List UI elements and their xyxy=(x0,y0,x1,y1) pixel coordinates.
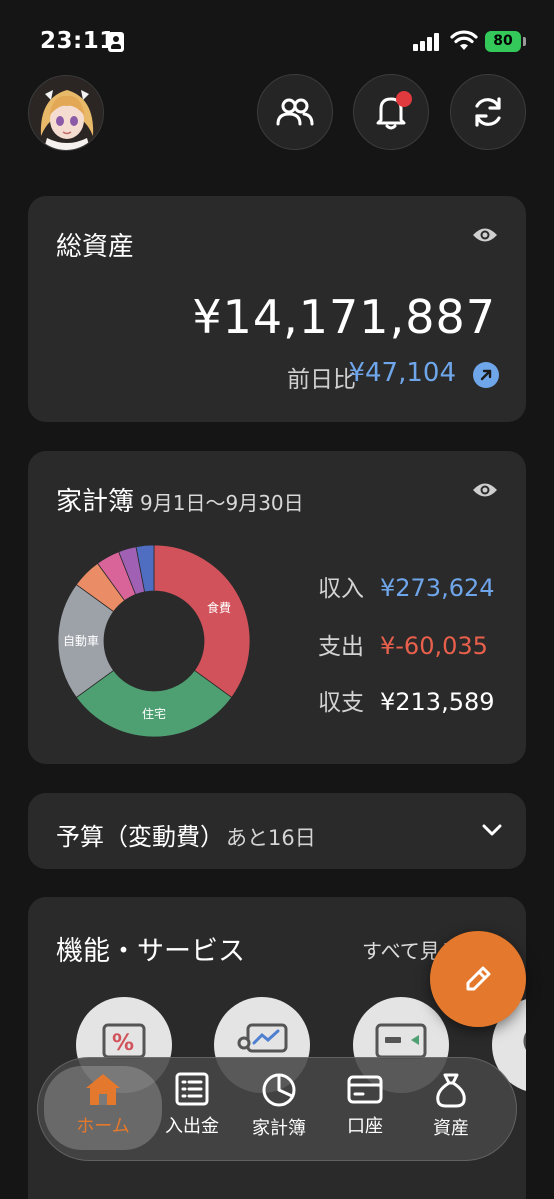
investment-trend-icon xyxy=(237,1023,288,1053)
services-title: 機能・サービス xyxy=(56,936,245,967)
donut-label-0: 食費 xyxy=(207,600,231,615)
nav-accounts-label: 口座 xyxy=(347,1116,383,1137)
nav-accounts[interactable]: 口座 xyxy=(322,1072,408,1148)
coupon-icon: % xyxy=(102,1023,146,1059)
arrow-up-right-icon xyxy=(473,362,499,388)
balance-row: 収支 ¥213,589 xyxy=(318,683,495,717)
income-row: 収入 ¥273,624 xyxy=(318,569,495,603)
donut-label-1: 住宅 xyxy=(142,706,166,721)
status-time: 23:11 xyxy=(40,28,116,54)
nav-household[interactable]: 家計簿 xyxy=(236,1072,322,1148)
avatar-illustration-icon xyxy=(29,76,103,150)
budget-remaining: あと16日 xyxy=(226,826,316,850)
wifi-icon xyxy=(450,30,478,50)
expense-label: 支出 xyxy=(318,634,364,660)
cellular-signal-icon xyxy=(413,33,443,51)
nav-assets[interactable]: 資産 xyxy=(408,1072,494,1148)
credit-card-icon xyxy=(375,1023,427,1059)
nav-transactions-label: 入出金 xyxy=(165,1116,219,1137)
total-assets-title: 総資産 xyxy=(56,232,135,262)
nav-household-label: 家計簿 xyxy=(252,1118,306,1139)
budget-title-row: 予算（変動費）あと16日 xyxy=(56,817,316,852)
battery-tip xyxy=(523,37,526,46)
group-icon xyxy=(276,98,314,126)
balance-label: 収支 xyxy=(318,690,364,716)
money-bag-icon xyxy=(436,1073,466,1108)
household-title: 家計簿 xyxy=(56,487,135,517)
wallet-icon xyxy=(347,1075,383,1104)
total-assets-card[interactable]: 総資産 ¥14,171,887 前日比 ¥47,104 xyxy=(28,196,526,422)
edit-fab-button[interactable] xyxy=(430,931,526,1027)
battery-icon: 80 xyxy=(485,31,521,52)
donut-slice-0[interactable] xyxy=(153,544,251,698)
nav-home-label: ホーム xyxy=(76,1116,130,1137)
chevron-down-icon[interactable] xyxy=(482,823,502,837)
total-assets-value: ¥14,171,887 xyxy=(192,290,496,344)
user-avatar[interactable] xyxy=(28,75,104,151)
notifications-button[interactable] xyxy=(353,74,429,150)
refresh-button[interactable] xyxy=(450,74,526,150)
budget-card[interactable]: 予算（変動費）あと16日 xyxy=(28,793,526,869)
pencil-icon xyxy=(466,966,491,991)
expense-donut-chart[interactable]: 食費住宅 自動車 xyxy=(54,541,254,741)
household-date-range: 9月1日～9月30日 xyxy=(140,491,304,515)
income-label: 収入 xyxy=(318,576,364,602)
nav-home[interactable]: ホーム xyxy=(44,1066,162,1150)
bottom-navigation: ホーム 入出金 家計簿 口座 資産 xyxy=(37,1057,517,1161)
budget-title: 予算（変動費） xyxy=(56,823,224,851)
nav-transactions[interactable]: 入出金 xyxy=(149,1072,235,1148)
expense-row: 支出 ¥-60,035 xyxy=(318,627,488,661)
prev-day-value: ¥47,104 xyxy=(348,358,456,388)
svg-text:%: % xyxy=(112,1031,134,1056)
notification-dot xyxy=(396,91,412,107)
globe-icon xyxy=(523,1032,526,1050)
balance-value: ¥213,589 xyxy=(380,688,495,716)
group-button[interactable] xyxy=(257,74,333,150)
expense-value: ¥-60,035 xyxy=(380,632,488,660)
status-bar: 23:11 80 xyxy=(0,0,554,60)
prev-day-label: 前日比 xyxy=(287,367,356,393)
home-icon xyxy=(86,1074,120,1105)
list-icon xyxy=(175,1072,209,1106)
eye-icon[interactable] xyxy=(472,481,498,499)
household-title-row: 家計簿 9月1日～9月30日 xyxy=(56,481,304,518)
sim-card-icon xyxy=(108,32,124,52)
donut-label-2: 自動車 xyxy=(63,634,99,648)
household-card[interactable]: 家計簿 9月1日～9月30日 食費住宅 自動車 収入 ¥273,624 支出 ¥-60,… xyxy=(28,451,526,764)
income-value: ¥273,624 xyxy=(380,574,495,602)
eye-icon[interactable] xyxy=(472,226,498,244)
nav-assets-label: 資産 xyxy=(433,1118,469,1139)
pie-chart-icon xyxy=(262,1073,296,1107)
refresh-icon xyxy=(475,97,501,127)
